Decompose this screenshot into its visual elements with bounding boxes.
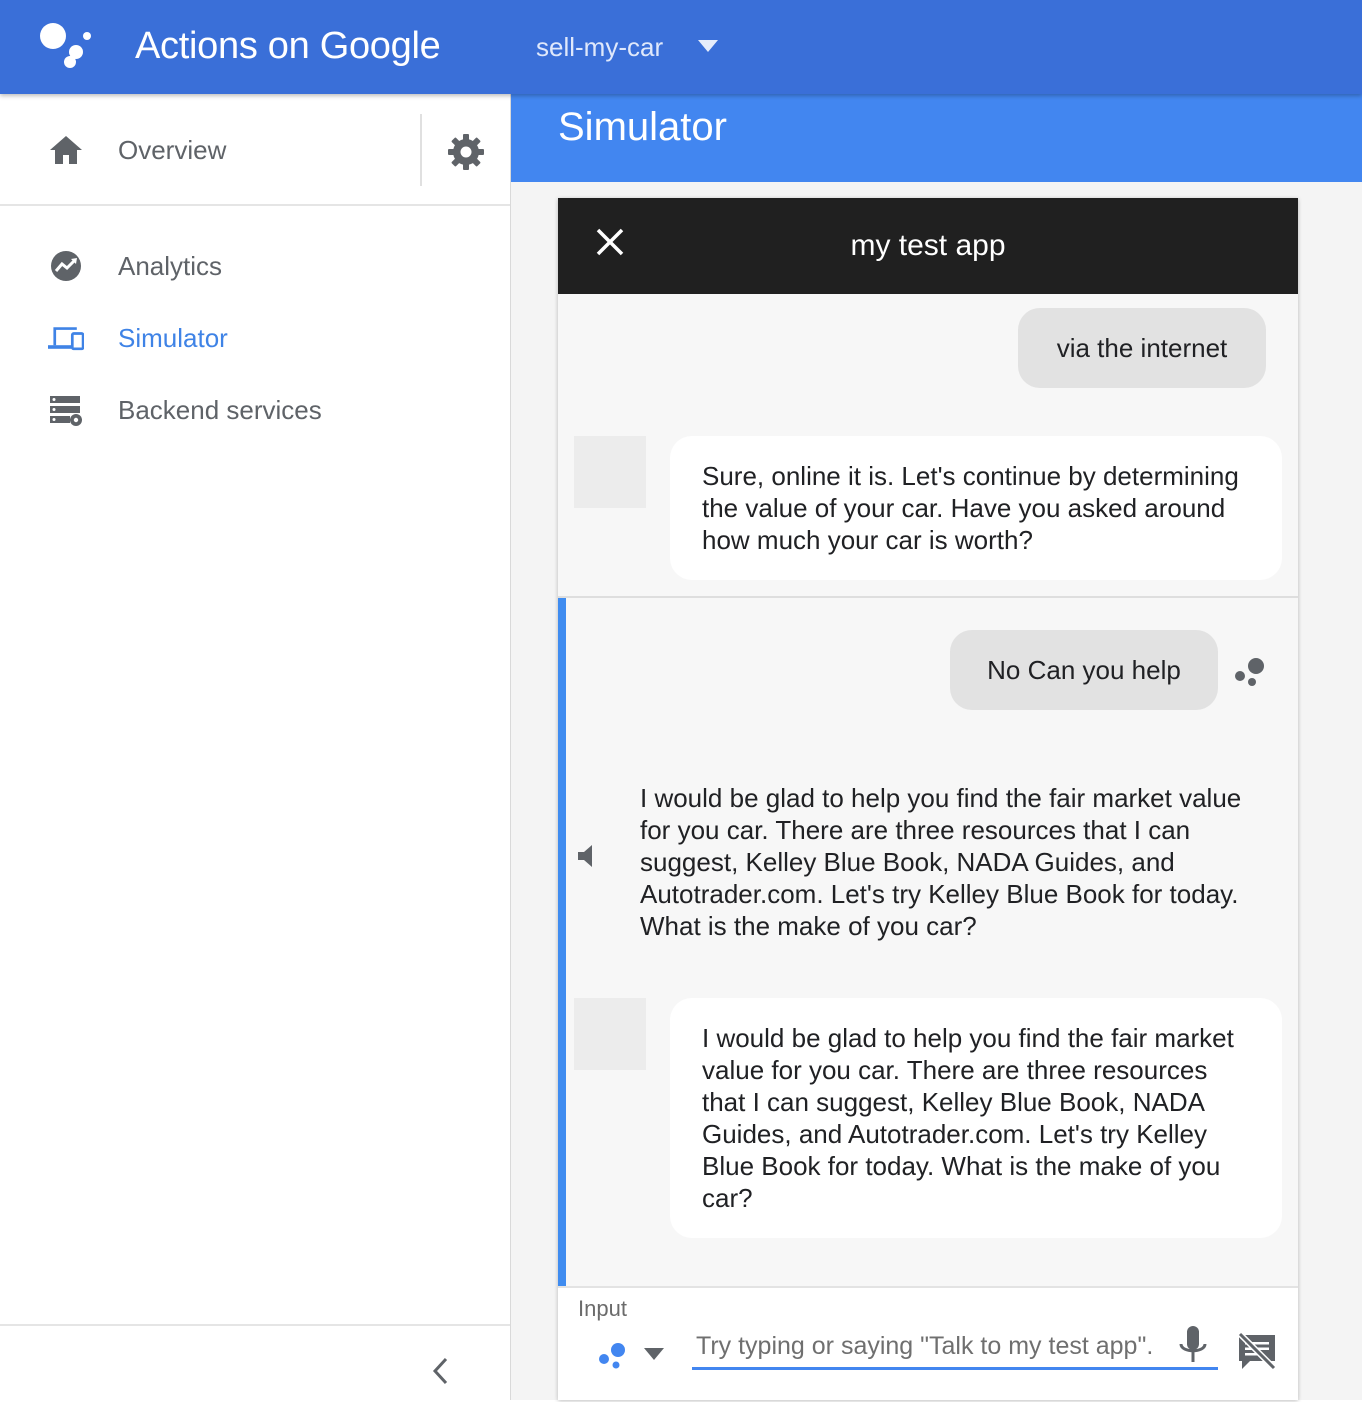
main-header: Simulator	[511, 94, 1362, 182]
sidebar-item-backend-services[interactable]: Backend services	[0, 380, 510, 440]
avatar	[574, 998, 646, 1070]
gear-icon[interactable]	[446, 132, 486, 172]
sidebar-header: Overview	[0, 94, 510, 206]
bot-response-card: Sure, online it is. Let's continue by de…	[670, 436, 1282, 580]
sidebar-item-overview[interactable]: Overview	[0, 120, 510, 180]
sidebar-item-simulator[interactable]: Simulator	[0, 308, 510, 368]
chevron-down-icon[interactable]	[644, 1348, 664, 1360]
page-title: Simulator	[558, 105, 727, 149]
sidebar-item-label: Analytics	[118, 251, 223, 281]
bot-response-card: I would be glad to help you find the fai…	[670, 998, 1282, 1238]
chevron-down-icon[interactable]	[698, 40, 718, 52]
speaker-icon[interactable]	[578, 844, 596, 868]
trend-circle-icon	[51, 251, 81, 281]
project-selector[interactable]: sell-my-car	[536, 28, 663, 66]
input-area: Input	[558, 1286, 1298, 1400]
devices-icon	[48, 327, 84, 351]
sidebar-item-label: Simulator	[118, 323, 228, 353]
home-icon	[50, 136, 82, 164]
header-divider	[420, 114, 422, 186]
simulator-device: my test app via the internet Sure, onlin…	[558, 198, 1298, 1400]
sidebar-item-label: Overview	[118, 135, 227, 165]
sidebar-item-analytics[interactable]: Analytics	[0, 236, 510, 296]
sidebar-item-label: Backend services	[118, 395, 322, 425]
input-label: Input	[578, 1296, 627, 1321]
device-app-title: my test app	[850, 229, 1006, 262]
assistant-dots-icon[interactable]	[596, 1340, 632, 1370]
sidebar: Overview Analytics Simulator Backend ser…	[0, 94, 511, 1400]
conversation-divider	[558, 596, 1298, 598]
simulator-text-input[interactable]	[692, 1326, 1218, 1370]
avatar	[574, 436, 646, 508]
assistant-dots-icon	[1235, 658, 1264, 686]
chevron-left-icon[interactable]	[426, 1354, 456, 1388]
main-content: Simulator my test app via the internet S…	[511, 94, 1362, 1400]
active-turn-indicator	[558, 598, 566, 1288]
server-settings-icon	[50, 396, 82, 426]
sidebar-footer	[0, 1324, 510, 1402]
top-app-bar: Actions on Google sell-my-car	[0, 0, 1362, 94]
product-title: Actions on Google	[135, 25, 441, 67]
screen-off-icon[interactable]	[1236, 1330, 1278, 1372]
google-assistant-logo-icon[interactable]	[38, 22, 94, 70]
user-message-bubble: via the internet	[1018, 308, 1266, 388]
speech-response-text: I would be glad to help you find the fai…	[640, 783, 1242, 941]
user-message-bubble: No Can you help	[950, 630, 1218, 710]
microphone-icon[interactable]	[1176, 1324, 1210, 1368]
device-title-bar: my test app	[558, 198, 1298, 294]
